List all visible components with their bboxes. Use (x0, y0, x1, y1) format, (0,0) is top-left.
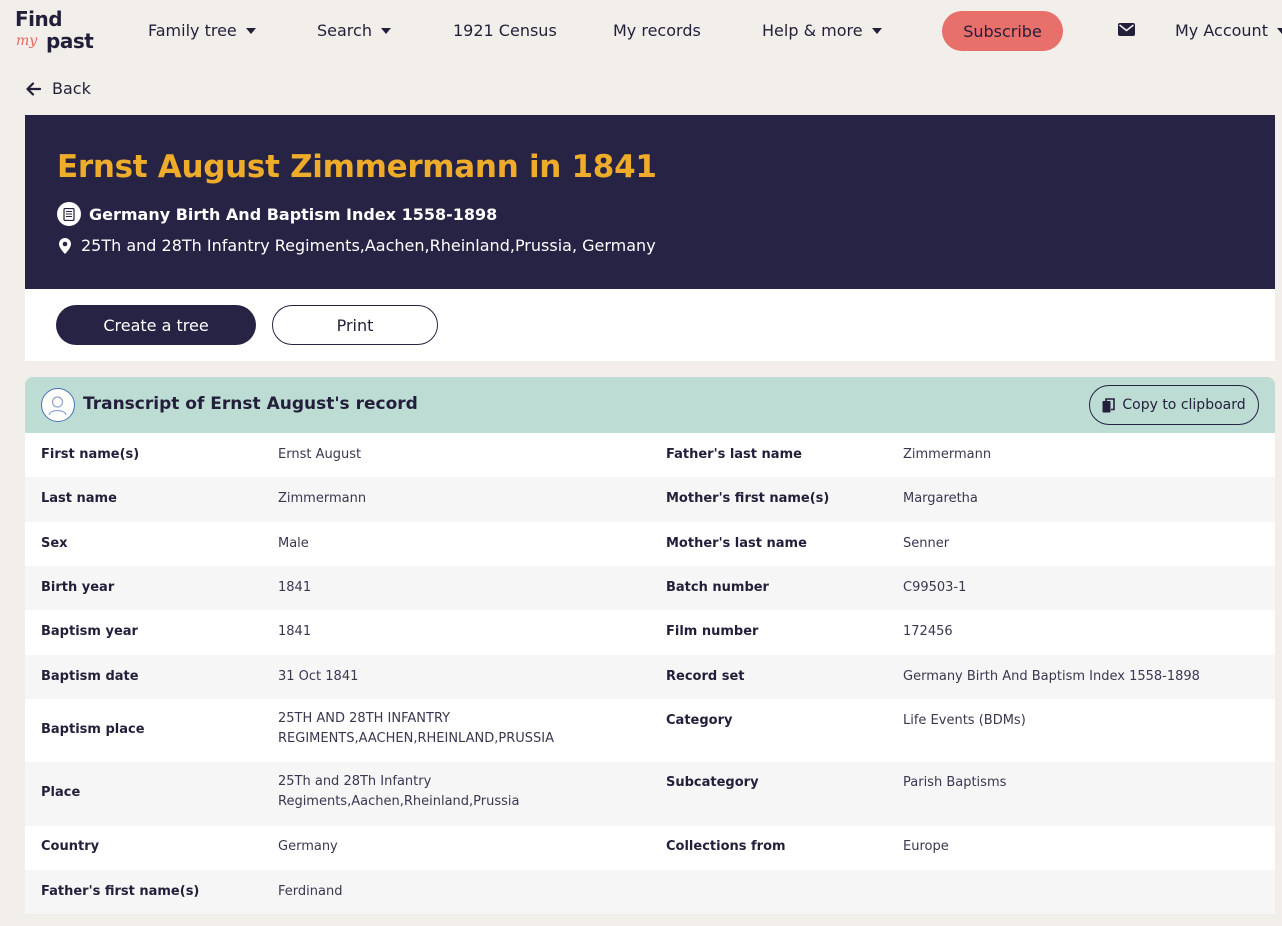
copy-to-clipboard-button[interactable]: Copy to clipboard (1089, 385, 1259, 425)
field-value: Male (278, 536, 309, 551)
nav-search-label: Search (317, 21, 372, 40)
field-label: Father's first name(s) (41, 884, 200, 899)
chevron-down-icon (871, 27, 882, 34)
field-label: Batch number (666, 580, 769, 595)
field-value: 25Th and 28Th Infantry (278, 774, 432, 789)
field-label: Baptism place (41, 722, 145, 737)
field-value: Parish Baptisms (903, 775, 1007, 790)
table-row: Place 25Th and 28Th Infantry Regiments,A… (25, 762, 1275, 826)
record-set-line: Germany Birth And Baptism Index 1558-189… (57, 202, 497, 226)
field-value: Europe (903, 839, 949, 854)
location-text: 25Th and 28Th Infantry Regiments,Aachen,… (81, 236, 656, 255)
nav-my-account-label: My Account (1175, 21, 1268, 40)
field-label: Baptism year (41, 624, 138, 639)
nav-help-more[interactable]: Help & more (762, 21, 882, 40)
field-label: Mother's first name(s) (666, 491, 830, 506)
field-value: REGIMENTS,AACHEN,RHEINLAND,PRUSSIA (278, 731, 554, 746)
table-row: Sex Male Mother's last name Senner (25, 522, 1275, 566)
nav-family-tree[interactable]: Family tree (148, 21, 256, 40)
subscribe-button[interactable]: Subscribe (942, 11, 1063, 51)
actions-bar: Create a tree Print (25, 289, 1275, 361)
nav-family-tree-label: Family tree (148, 21, 237, 40)
back-link[interactable]: Back (26, 79, 91, 98)
field-label: Father's last name (666, 447, 802, 462)
field-label: Place (41, 785, 81, 800)
table-row: Father's first name(s) Ferdinand (25, 870, 1275, 914)
nav-1921-census[interactable]: 1921 Census (453, 21, 557, 40)
field-label: Last name (41, 491, 117, 506)
field-label: Birth year (41, 580, 115, 595)
field-value: Margaretha (903, 491, 978, 506)
field-value: Life Events (BDMs) (903, 713, 1026, 728)
field-value: Regiments,Aachen,Rheinland,Prussia (278, 794, 520, 809)
field-value: Ernst August (278, 447, 362, 462)
field-value: Germany Birth And Baptism Index 1558-189… (903, 669, 1200, 684)
table-row: Country Germany Collections from Europe (25, 826, 1275, 870)
logo-my: my (16, 33, 38, 49)
top-navigation: Find my past Family tree Search 1921 Cen… (0, 0, 1282, 64)
table-row: First name(s) Ernst August Father's last… (25, 433, 1275, 477)
nav-my-account[interactable]: My Account (1175, 21, 1282, 40)
field-value: Zimmermann (903, 447, 992, 462)
nav-my-records-label: My records (613, 21, 701, 40)
back-label: Back (52, 79, 91, 98)
logo-find: Find (15, 7, 63, 31)
logo-past: past (46, 29, 94, 53)
copy-label: Copy to clipboard (1122, 397, 1246, 413)
field-value: Germany (278, 839, 338, 854)
field-label: Category (666, 713, 733, 728)
chevron-down-icon (380, 27, 391, 34)
field-label: Collections from (666, 839, 786, 854)
person-avatar-icon (41, 388, 75, 422)
location-line: 25Th and 28Th Infantry Regiments,Aachen,… (59, 236, 656, 255)
table-row: Baptism place 25TH AND 28TH INFANTRY REG… (25, 699, 1275, 762)
page-title: Ernst August Zimmermann in 1841 (57, 149, 657, 185)
nav-search[interactable]: Search (317, 21, 391, 40)
transcript-header: Transcript of Ernst August's record Copy… (25, 377, 1275, 433)
arrow-left-icon (26, 81, 41, 96)
field-label: Sex (41, 536, 68, 551)
table-row: Baptism year 1841 Film number 172456 (25, 610, 1275, 655)
field-label: Baptism date (41, 669, 139, 684)
location-pin-icon (59, 237, 71, 254)
field-label: Country (41, 839, 100, 854)
field-value: Senner (903, 536, 950, 551)
chevron-down-icon (1276, 27, 1282, 34)
document-icon (57, 202, 81, 226)
copy-icon (1102, 397, 1116, 412)
field-label: First name(s) (41, 447, 140, 462)
field-label: Record set (666, 669, 745, 684)
print-button[interactable]: Print (272, 305, 438, 345)
field-value: Ferdinand (278, 884, 343, 899)
nav-help-more-label: Help & more (762, 21, 863, 40)
field-value: 25TH AND 28TH INFANTRY (278, 711, 451, 726)
create-tree-button[interactable]: Create a tree (56, 305, 256, 345)
field-value: 1841 (278, 580, 312, 595)
field-value: C99503-1 (903, 580, 967, 595)
envelope-icon[interactable] (1118, 23, 1135, 36)
field-label: Film number (666, 624, 759, 639)
field-value: 31 Oct 1841 (278, 669, 359, 684)
field-label: Subcategory (666, 775, 759, 790)
record-header: Ernst August Zimmermann in 1841 Germany … (25, 115, 1275, 289)
field-label: Mother's last name (666, 536, 807, 551)
field-value: Zimmermann (278, 491, 367, 506)
table-row: Last name Zimmermann Mother's first name… (25, 477, 1275, 522)
record-set-name: Germany Birth And Baptism Index 1558-189… (89, 204, 498, 224)
field-value: 1841 (278, 624, 312, 639)
chevron-down-icon (245, 27, 256, 34)
table-row: Baptism date 31 Oct 1841 Record set Germ… (25, 655, 1275, 699)
table-row: Birth year 1841 Batch number C99503-1 (25, 566, 1275, 610)
nav-my-records[interactable]: My records (613, 21, 701, 40)
findmypast-logo[interactable]: Find my past (15, 7, 99, 55)
field-value: 172456 (903, 624, 953, 639)
transcript-table: First name(s) Ernst August Father's last… (25, 433, 1275, 914)
transcript-title: Transcript of Ernst August's record (83, 394, 418, 414)
nav-1921-census-label: 1921 Census (453, 21, 557, 40)
